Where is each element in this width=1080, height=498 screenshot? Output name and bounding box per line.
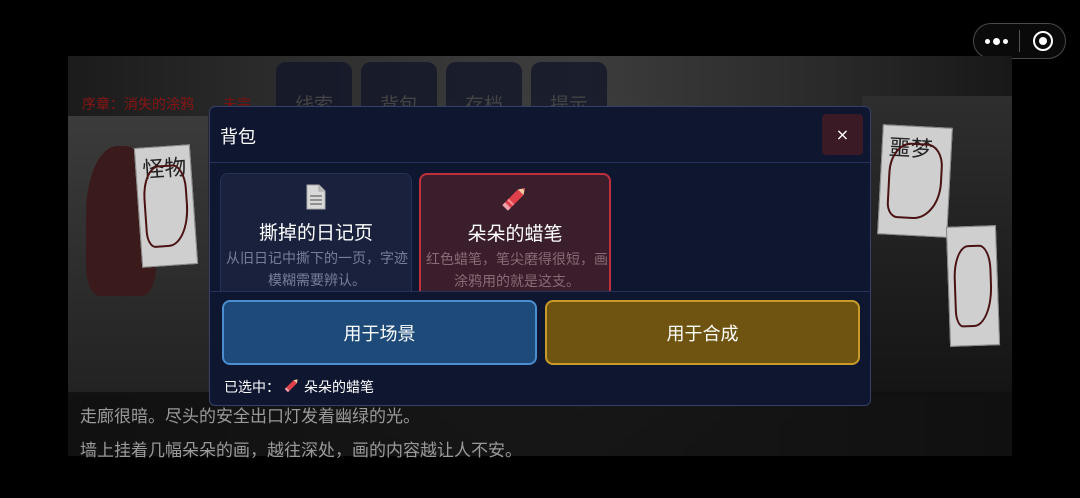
item-card-diary-page[interactable]: 撕掉的日记页 从旧日记中撕下的一页，字迹模糊需要辨认。: [220, 173, 412, 291]
use-in-scene-button[interactable]: 用于场景: [222, 300, 537, 365]
modal-title: 背包: [220, 127, 256, 148]
story-line-2: 墙上挂着几幅朵朵的画，越往深处，画的内容越让人不安。: [80, 441, 522, 461]
miniprogram-capsule: [973, 23, 1066, 59]
crayon-pencil-icon: [421, 185, 609, 211]
item-description: 从旧日记中撕下的一页，字迹模糊需要辨认。: [226, 251, 408, 289]
more-dots-icon: [985, 37, 1008, 45]
wall-drawing-monster: 怪物: [133, 144, 199, 268]
selected-prefix: 已选中：: [224, 380, 280, 396]
exit-miniprogram-button[interactable]: [1020, 24, 1065, 58]
use-in-craft-button[interactable]: 用于合成: [545, 300, 860, 365]
scribble: [141, 163, 191, 249]
wall-drawing-nightmare: 噩梦: [877, 124, 953, 238]
more-menu-button[interactable]: [974, 24, 1019, 58]
item-name: 撕掉的日记页: [258, 222, 373, 244]
modal-header: 背包 ×: [210, 107, 870, 163]
scribble: [952, 244, 994, 328]
inventory-items: 撕掉的日记页 从旧日记中撕下的一页，字迹模糊需要辨认。 朵朵的蜡笔 红色蜡笔，笔…: [210, 163, 870, 291]
item-description: 红色蜡笔，笔尖磨得很短，画涂鸦用的就是这支。: [426, 252, 608, 290]
wall-drawing-right: [945, 225, 1001, 347]
close-button[interactable]: ×: [822, 114, 863, 155]
item-name: 朵朵的蜡笔: [467, 223, 563, 245]
item-card-crayon[interactable]: 朵朵的蜡笔 红色蜡笔，笔尖磨得很短，画涂鸦用的就是这支。: [419, 173, 611, 291]
selected-item-name: 朵朵的蜡笔: [304, 380, 374, 396]
crayon-pencil-icon: [284, 377, 300, 397]
backpack-modal: 背包 × 撕掉的日记页 从旧日记中撕下的一页，字迹模糊需要辨认。 朵朵的蜡笔 红…: [209, 106, 871, 406]
target-circle-icon: [1032, 31, 1053, 51]
scribble: [885, 141, 945, 221]
selected-item-line: 已选中： 朵朵的蜡笔: [224, 377, 374, 397]
chapter-title: 序章：消失的涂鸦: [82, 97, 194, 113]
document-page-icon: [221, 184, 411, 210]
modal-actions: 用于场景 用于合成 已选中： 朵朵的蜡笔: [210, 291, 870, 405]
